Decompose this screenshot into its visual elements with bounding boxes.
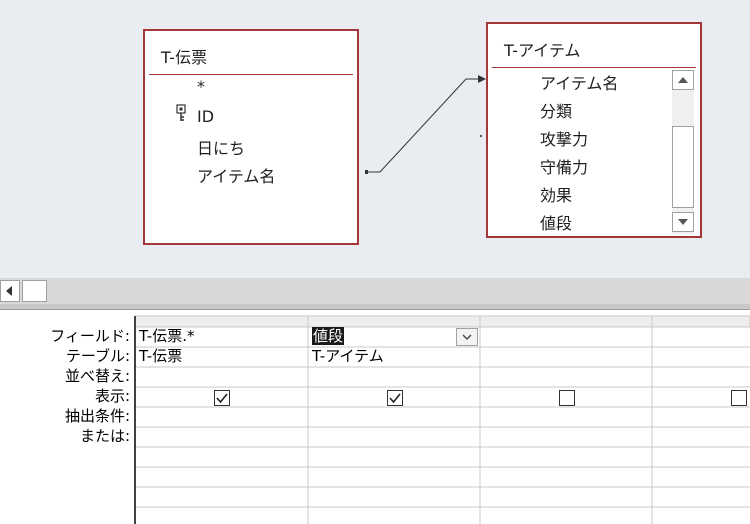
field-list-scrollbar[interactable] (672, 70, 694, 234)
triangle-down-icon (678, 219, 688, 225)
row-label-or: または: (79, 427, 130, 445)
show-checkbox[interactable] (731, 390, 747, 406)
field-item[interactable]: 値段 (540, 210, 572, 234)
show-checkbox[interactable] (559, 390, 575, 406)
scroll-thumb[interactable] (672, 126, 694, 208)
query-design-grid: フィールド: テーブル: 並べ替え: 表示: 抽出条件: または: T-伝票.*… (0, 310, 750, 524)
row-label-show: 表示: (94, 387, 130, 405)
table-title[interactable]: T-伝票 (161, 44, 207, 68)
row-label-table: テーブル: (65, 347, 130, 365)
scroll-left-button[interactable] (0, 280, 20, 302)
title-separator (492, 67, 696, 68)
field-item[interactable]: 守備力 (540, 154, 588, 178)
field-cell[interactable]: T-伝票.* (139, 326, 194, 346)
show-checkbox[interactable] (387, 390, 403, 406)
field-item[interactable]: アイテム名 (197, 163, 275, 187)
field-item[interactable]: 分類 (540, 98, 572, 122)
show-checkbox[interactable] (214, 390, 230, 406)
field-item[interactable]: 攻撃力 (540, 126, 588, 150)
field-item[interactable]: ID (197, 107, 214, 126)
table-cell[interactable]: T-伝票 (139, 346, 182, 366)
scroll-up-button[interactable] (672, 70, 694, 90)
key-icon (176, 104, 186, 121)
row-label-field: フィールド: (50, 327, 130, 345)
row-label-criteria: 抽出条件: (64, 407, 130, 425)
canvas-horizontal-scrollbar[interactable] (0, 278, 750, 304)
table-t-item[interactable]: T-アイテム アイテム名 分類 攻撃力 守備力 効果 値段 (486, 22, 702, 238)
checkmark-icon (216, 393, 228, 404)
selected-field-text[interactable]: 値段 (312, 327, 345, 345)
checkmark-icon (389, 393, 401, 404)
triangle-left-icon (6, 286, 12, 296)
chevron-down-icon (462, 334, 472, 340)
scroll-thumb[interactable] (22, 280, 47, 302)
table-title[interactable]: T-アイテム (504, 37, 580, 61)
relationship-canvas[interactable]: T-伝票 * ID 日にち アイテム名 T-アイテム アイテム名 分類 攻撃力 … (0, 0, 750, 278)
field-item[interactable]: アイテム名 (540, 70, 618, 94)
triangle-up-icon (678, 77, 688, 83)
scroll-down-button[interactable] (672, 212, 694, 232)
table-t-denpyo[interactable]: T-伝票 * ID 日にち アイテム名 (143, 29, 359, 245)
table-cell[interactable]: T-アイテム (312, 346, 384, 366)
field-dropdown-button[interactable] (456, 328, 478, 346)
field-item[interactable]: 効果 (540, 182, 572, 206)
row-label-sort: 並べ替え: (64, 367, 130, 385)
field-item[interactable]: 日にち (197, 135, 245, 159)
title-separator (149, 74, 353, 75)
field-item[interactable]: * (197, 77, 205, 96)
field-cell[interactable]: 値段 (312, 326, 345, 346)
